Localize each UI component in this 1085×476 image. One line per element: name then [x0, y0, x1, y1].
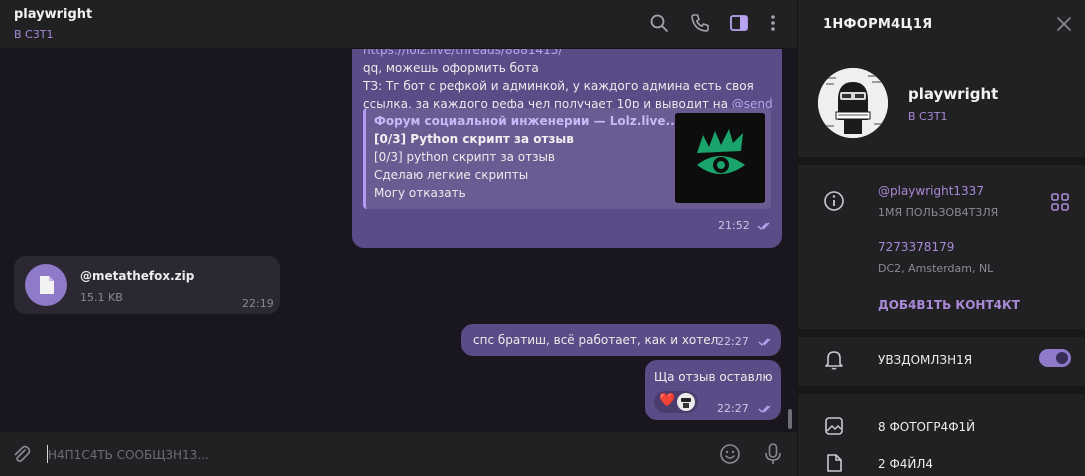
username-label: 1МЯ ПОЛЬЗОВ4Т3ЛЯ [878, 206, 999, 219]
add-contact-button[interactable]: ДОБ4В1ТЬ КОНТ4КТ [878, 298, 1020, 312]
username-value[interactable]: @playwright1337 [878, 184, 984, 198]
files-count[interactable]: 2 Ф4ЙЛ4 [878, 457, 933, 471]
datacenter-label: DC2, Amsterdam, NL [878, 262, 994, 275]
toggle-knob [1056, 352, 1068, 364]
notifications-toggle[interactable] [1039, 349, 1071, 367]
preview-line: Могу отказать [374, 186, 466, 200]
panel-title: 1НФОРМ4Ц1Я [823, 17, 933, 32]
info-icon [824, 191, 844, 211]
section-divider [798, 157, 1085, 165]
more-vertical-icon[interactable] [762, 12, 784, 34]
composer [0, 431, 797, 476]
message-list[interactable]: https://lolz.live/threads/8881415/ qq, м… [0, 49, 797, 431]
message-bubble[interactable]: https://lolz.live/threads/8881415/ qq, м… [352, 49, 782, 248]
message-line: qq, можешь оформить бота [363, 61, 539, 75]
message-time: 22:27 [717, 402, 749, 415]
notifications-label: УВЗДОМЛЗН1Я [878, 353, 973, 367]
preview-title: [0/3] Python скрипт за отзыв [374, 132, 574, 146]
reactor-avatar [677, 393, 695, 411]
profile-status: В С3Т1 [908, 110, 948, 123]
chat-header: playwright В С3Т1 [0, 0, 797, 49]
message-line: ТЗ: Тг бот с рефкой и админкой, у каждог… [363, 79, 754, 93]
preview-line: Сделаю легкие скрипты [374, 168, 529, 182]
profile-name: playwright [908, 85, 999, 103]
bell-icon [825, 351, 843, 370]
preview-thumbnail-image[interactable] [675, 113, 765, 203]
message-bubble[interactable]: @metathefox.zip 15.1 KB 22:19 [14, 256, 280, 314]
message-time: 22:27 [717, 335, 749, 348]
attach-icon[interactable] [10, 443, 32, 465]
qr-code-icon[interactable] [1049, 191, 1071, 213]
file-icon[interactable] [25, 264, 67, 306]
message-input[interactable] [48, 444, 648, 466]
preview-line: [0/3] python скрипт за отзыв [374, 150, 556, 164]
emoji-icon[interactable] [719, 443, 741, 465]
user-id-value[interactable]: 7273378179 [878, 240, 954, 254]
photo-icon [825, 417, 843, 435]
message-bubble[interactable]: Ща отзыв оставлю ❤️ 22:27 [645, 360, 781, 420]
reaction-chip[interactable]: ❤️ [654, 391, 698, 413]
read-ticks-icon [757, 222, 770, 230]
search-icon[interactable] [648, 12, 670, 34]
profile-avatar[interactable] [818, 68, 888, 138]
chat-title[interactable]: playwright [14, 7, 92, 22]
message-text: Ща отзыв оставлю [654, 370, 773, 384]
message-text: спс братиш, всё работает, как и хотел [473, 333, 719, 347]
link-preview[interactable]: Форум социальной инженерии — Lolz.live..… [363, 108, 771, 209]
chat-area: playwright В С3Т1 https://lolz.live/thre… [0, 0, 797, 476]
photos-count[interactable]: 8 ФОТОГР4Ф1Й [878, 420, 975, 434]
phone-icon[interactable] [689, 12, 711, 34]
preview-site-name: Форум социальной инженерии — Lolz.live..… [374, 114, 680, 128]
avatar-image [818, 68, 888, 138]
sidebar-toggle-icon[interactable] [728, 12, 750, 34]
section-divider [798, 329, 1085, 337]
close-icon[interactable] [1055, 15, 1073, 33]
scrollbar-thumb[interactable] [788, 409, 792, 429]
info-panel: 1НФОРМ4Ц1Я playwright В С3Т1 @playwright… [797, 0, 1085, 476]
file-icon [827, 454, 842, 472]
section-divider [798, 386, 1085, 394]
file-name[interactable]: @metathefox.zip [80, 269, 194, 283]
chat-status: В С3Т1 [14, 28, 54, 41]
read-ticks-icon [758, 338, 771, 346]
microphone-icon[interactable] [762, 442, 784, 466]
file-size: 15.1 KB [80, 291, 123, 304]
message-bubble[interactable]: спс братиш, всё работает, как и хотел 22… [461, 324, 781, 356]
reaction-emoji: ❤️ [659, 393, 676, 408]
message-time: 22:19 [242, 297, 274, 310]
message-time: 21:52 [718, 219, 750, 232]
read-ticks-icon [758, 405, 771, 413]
message-link[interactable]: https://lolz.live/threads/8881415/ [363, 49, 562, 57]
